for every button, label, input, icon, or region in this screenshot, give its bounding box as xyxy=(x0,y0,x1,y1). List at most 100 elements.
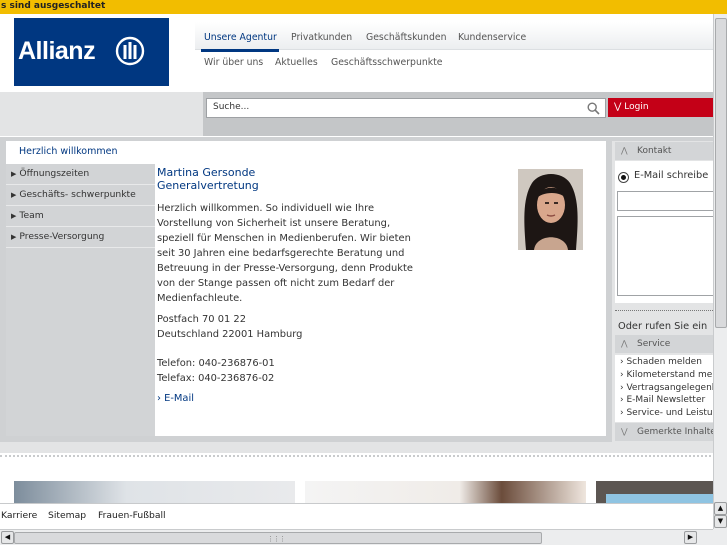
leftnav-item-geschaeftsschwerpunkte[interactable]: ▶ Geschäfts- schwerpunkte xyxy=(6,185,155,206)
intro-line: Herzlich willkommen. So individuell wie … xyxy=(157,203,375,214)
nav-kundenservice[interactable]: Kundenservice xyxy=(458,32,526,43)
portrait-image xyxy=(518,169,583,250)
welcome-link[interactable]: Herzlich willkommen xyxy=(19,146,117,157)
leftnav-label: Team xyxy=(19,210,44,221)
page: s sind ausgeschaltet Allianz Unsere Agen… xyxy=(0,0,727,545)
intro-line: seit 30 Jahren eine bedarfsgerechte Bera… xyxy=(157,248,405,259)
service-header[interactable]: ⋀ Service xyxy=(615,335,715,353)
service-link[interactable]: › Kilometerstand mel xyxy=(620,370,715,380)
leftnav-item-team[interactable]: ▶ Team xyxy=(6,206,155,227)
email-link[interactable]: › E-Mail xyxy=(157,393,194,404)
leftnav-label: Presse-Versorgung xyxy=(19,231,105,242)
nav-privatkunden[interactable]: Privatkunden xyxy=(291,32,352,43)
chevron-right-icon: › xyxy=(157,393,161,404)
service-link[interactable]: › E-Mail Newsletter xyxy=(620,395,705,405)
service-link-label: Vertragsangelegenh xyxy=(626,383,718,393)
intro-line: speziell für Menschen in Medienberufen. … xyxy=(157,233,411,244)
address-line: Postfach 70 01 22 xyxy=(157,314,246,325)
horizontal-scrollbar[interactable]: ◀ ⋮⋮⋮ ▶ xyxy=(0,529,713,545)
subnav-geschaeftsschwerpunkte[interactable]: Geschäftsschwerpunkte xyxy=(331,57,443,68)
subnav-wir-ueber-uns[interactable]: Wir über uns xyxy=(204,57,263,68)
fax-number: Telefax: 040-236876-02 xyxy=(157,373,275,384)
service-link[interactable]: › Schaden melden xyxy=(620,357,702,367)
related-header[interactable]: ⋁ Gemerkte Inhalte xyxy=(615,423,716,441)
logo-text: Allianz xyxy=(18,37,96,65)
scroll-down-button[interactable]: ▼ xyxy=(714,515,727,528)
email-radio[interactable] xyxy=(618,172,629,183)
vertical-scrollbar[interactable]: ▲ ▼ xyxy=(713,14,727,529)
footer-link-karriere[interactable]: Karriere xyxy=(1,510,37,521)
triangle-right-icon: ▶ xyxy=(11,170,17,178)
grip-icon: ⋮⋮⋮ xyxy=(267,535,286,543)
contact-message-textarea[interactable] xyxy=(617,216,715,296)
nav-geschaeftskunden[interactable]: Geschäftskunden xyxy=(366,32,446,43)
service-link-label: E-Mail Newsletter xyxy=(626,395,706,405)
service-link-label: Schaden melden xyxy=(626,357,702,367)
address-line: Deutschland 22001 Hamburg xyxy=(157,329,303,340)
agent-photo xyxy=(518,169,583,250)
contact-input[interactable] xyxy=(617,191,715,211)
phone-number: Telefon: 040-236876-01 xyxy=(157,358,275,369)
vertical-scroll-thumb[interactable] xyxy=(715,18,727,328)
scroll-up-button[interactable]: ▲ xyxy=(714,502,727,515)
divider xyxy=(615,310,715,311)
call-us-text: Oder rufen Sie ein xyxy=(618,321,708,332)
kontakt-header[interactable]: ⋀ Kontakt xyxy=(615,142,715,160)
agent-name: Martina Gersonde xyxy=(157,166,256,179)
footer-link-sitemap[interactable]: Sitemap xyxy=(48,510,86,521)
content-bottom-band xyxy=(0,442,715,453)
intro-line: Medienfachleute. xyxy=(157,293,243,304)
triangle-right-icon: ▶ xyxy=(11,191,17,199)
chevron-up-icon: ⋀ xyxy=(621,339,628,348)
phone-block: Telefon: 040-236876-01 Telefax: 040-2368… xyxy=(157,356,275,386)
scroll-left-button[interactable]: ◀ xyxy=(1,531,14,544)
agent-role: Generalvertretung xyxy=(157,179,259,192)
nav-unsere-agentur[interactable]: Unsere Agentur xyxy=(204,32,277,43)
teaser-image[interactable] xyxy=(305,481,586,503)
leftnav-item-presse-versorgung[interactable]: ▶ Presse-Versorgung xyxy=(6,227,155,248)
scroll-right-button[interactable]: ▶ xyxy=(684,531,697,544)
active-nav-indicator xyxy=(201,49,279,52)
subnav-aktuelles[interactable]: Aktuelles xyxy=(275,57,318,68)
service-links: › Schaden melden › Kilometerstand mel › … xyxy=(615,355,718,422)
kontakt-title: Kontakt xyxy=(637,146,672,156)
teaser-highlight xyxy=(606,494,713,503)
scrollbar-corner xyxy=(713,529,727,545)
intro-text: Herzlich willkommen. So individuell wie … xyxy=(157,201,447,306)
email-radio-label: E-Mail schreibe xyxy=(634,170,709,181)
search-input[interactable]: Suche... xyxy=(206,98,606,118)
chevron-up-icon: ⋀ xyxy=(621,146,628,155)
leftnav-label: Öffnungszeiten xyxy=(19,168,90,179)
leftnav-label: Geschäfts- schwerpunkte xyxy=(19,189,136,200)
javascript-notice-bar: s sind ausgeschaltet xyxy=(0,0,727,14)
service-link[interactable]: › Vertragsangelegenh xyxy=(620,383,717,393)
triangle-right-icon: ▶ xyxy=(11,212,17,220)
email-link-label: E-Mail xyxy=(164,393,194,404)
search-band-left xyxy=(0,92,203,136)
service-link-label: Service- und Leistun xyxy=(626,408,719,418)
search-icon[interactable] xyxy=(587,102,600,115)
teaser-image[interactable] xyxy=(14,481,295,503)
intro-line: Betreuung in der Presse-Versorgung, denn… xyxy=(157,263,413,274)
postal-address: Postfach 70 01 22 Deutschland 22001 Hamb… xyxy=(157,312,302,342)
chevron-down-icon: ⋁ xyxy=(621,427,628,436)
dotted-separator xyxy=(0,455,727,457)
leftnav-item-oeffnungszeiten[interactable]: ▶ Öffnungszeiten xyxy=(6,164,155,185)
service-title: Service xyxy=(637,339,671,349)
intro-line: Vorstellung von Sicherheit ist unsere Be… xyxy=(157,218,391,229)
search-placeholder: Suche... xyxy=(213,102,250,112)
allianz-logo[interactable]: Allianz xyxy=(14,18,169,86)
login-button[interactable]: ⋁ Login xyxy=(608,98,715,117)
login-label: Login xyxy=(624,102,649,112)
chevron-down-icon: ⋁ xyxy=(614,102,622,112)
allianz-eagle-icon xyxy=(115,36,145,66)
triangle-right-icon: ▶ xyxy=(11,233,17,241)
service-link[interactable]: › Service- und Leistun xyxy=(620,408,718,418)
agent-heading: Martina Gersonde Generalvertretung xyxy=(157,166,259,192)
footer: Karriere Sitemap Frauen-Fußball xyxy=(0,503,713,527)
footer-link-frauen-fussball[interactable]: Frauen-Fußball xyxy=(98,510,166,521)
main-content: Martina Gersonde Generalvertretung Herzl… xyxy=(155,164,606,436)
service-link-label: Kilometerstand mel xyxy=(626,370,715,380)
horizontal-scroll-thumb[interactable]: ⋮⋮⋮ xyxy=(14,532,542,544)
intro-line: von der Stange passen oft nicht zum Beda… xyxy=(157,278,395,289)
